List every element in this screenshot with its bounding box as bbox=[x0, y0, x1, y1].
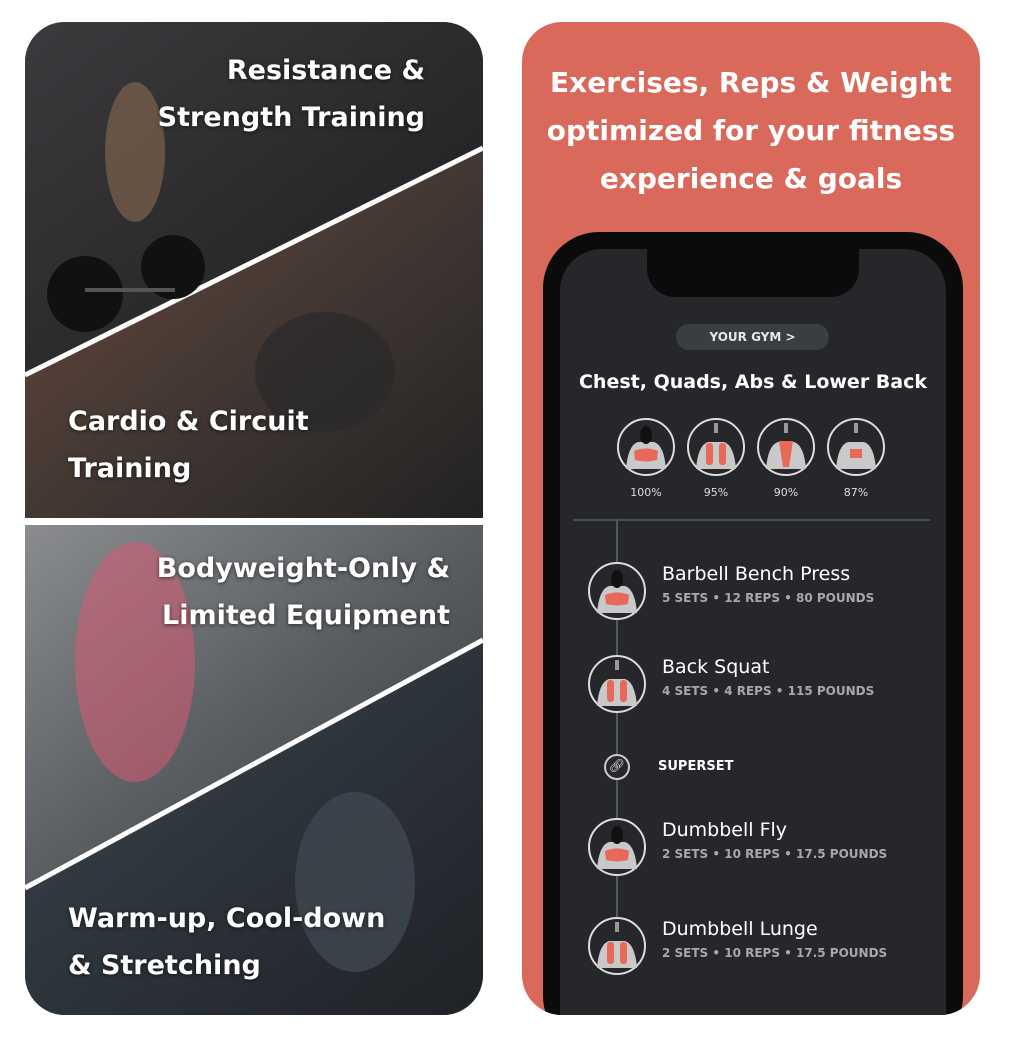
exercise-name: Dumbbell Fly bbox=[662, 819, 788, 841]
promo-heading: Exercises, Reps & Weight optimized for yo… bbox=[546, 66, 956, 195]
divider bbox=[573, 519, 930, 521]
muscle-quads-icon bbox=[686, 417, 746, 477]
exercise-details: 2 SETS • 10 REPS • 17.5 POUNDS bbox=[662, 847, 888, 861]
feature-collage: Resistance & Strength Training Cardio & C… bbox=[25, 22, 483, 1015]
exercise-name: Dumbbell Lunge bbox=[662, 918, 818, 940]
caption-strength: Resistance & Strength Training bbox=[157, 55, 425, 133]
exercise-item[interactable]: Dumbbell Lunge 2 SETS • 10 REPS • 17.5 PO… bbox=[587, 916, 927, 978]
exercise-details: 2 SETS • 10 REPS • 17.5 POUNDS bbox=[662, 946, 888, 960]
caption-bodyweight: Bodyweight-Only & Limited Equipment bbox=[156, 553, 450, 631]
muscle-percent: 100% bbox=[630, 486, 662, 499]
muscle-percent: 87% bbox=[843, 486, 869, 499]
caption-cardio: Cardio & Circuit Training bbox=[68, 406, 309, 484]
muscle-percent: 90% bbox=[773, 486, 799, 499]
your-gym-button[interactable]: YOUR GYM > bbox=[676, 324, 829, 350]
exercise-item[interactable]: Back Squat 4 SETS • 4 REPS • 115 POUNDS bbox=[587, 654, 927, 716]
superset-label: SUPERSET bbox=[658, 759, 734, 774]
exercise-item[interactable]: Barbell Bench Press 5 SETS • 12 REPS • 80… bbox=[587, 561, 927, 623]
exercise-name: Barbell Bench Press bbox=[662, 563, 851, 585]
feature-promo: Exercises, Reps & Weight optimized for yo… bbox=[522, 22, 980, 1015]
photo-collage bbox=[25, 22, 483, 1015]
app-screen: YOUR GYM > Chest, Quads, Abs & Lower Bac… bbox=[560, 249, 946, 1015]
muscle-abs-icon bbox=[756, 417, 816, 477]
link-icon: 🔗︎ bbox=[604, 754, 630, 780]
caption-warmup: Warm-up, Cool-down & Stretching bbox=[68, 903, 386, 981]
exercise-item[interactable]: Dumbbell Fly 2 SETS • 10 REPS • 17.5 POUN… bbox=[587, 817, 927, 879]
exercise-details: 5 SETS • 12 REPS • 80 POUNDS bbox=[662, 591, 875, 605]
muscle-lower-back-icon bbox=[826, 417, 886, 477]
workout-title: Chest, Quads, Abs & Lower Back bbox=[578, 371, 928, 393]
muscle-chest-icon bbox=[616, 417, 676, 477]
phone-notch bbox=[647, 249, 859, 297]
exercise-details: 4 SETS • 4 REPS • 115 POUNDS bbox=[662, 684, 875, 698]
phone-mockup: YOUR GYM > Chest, Quads, Abs & Lower Bac… bbox=[543, 232, 963, 1015]
exercise-name: Back Squat bbox=[662, 656, 770, 678]
muscle-percent: 95% bbox=[703, 486, 729, 499]
